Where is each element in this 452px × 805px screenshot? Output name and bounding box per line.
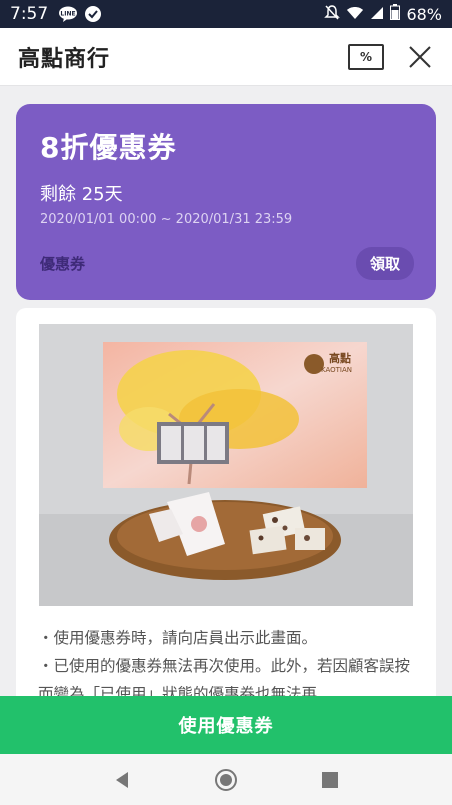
coupon-ticket-icon: % bbox=[359, 49, 373, 64]
coupon-valid-period: 2020/01/01 00:00 ~ 2020/01/31 23:59 bbox=[40, 212, 293, 227]
recents-button[interactable] bbox=[310, 760, 350, 800]
status-bar: 7:57 LINE 68% bbox=[0, 0, 452, 28]
status-right: 68% bbox=[324, 4, 442, 24]
battery-icon bbox=[390, 4, 401, 24]
product-image: 高點 KAOTIAN bbox=[39, 324, 413, 606]
battery-percentage: 68% bbox=[406, 4, 442, 24]
status-time: 7:57 bbox=[10, 4, 49, 24]
page-title: 高點商行 bbox=[18, 46, 111, 72]
use-coupon-button[interactable]: 使用優惠券 bbox=[0, 696, 452, 754]
brand-logo-text: 高點 bbox=[329, 352, 351, 365]
coupon-notice: ・使用優惠券時，請向店員出示此畫面。 ・已使用的優惠券無法再次使用。此外，若因顧… bbox=[38, 624, 418, 696]
android-nav-bar bbox=[0, 754, 452, 805]
home-circle-icon bbox=[215, 768, 237, 791]
notice-line: ・使用優惠券時，請向店員出示此畫面。 bbox=[38, 629, 318, 647]
line-app-icon: LINE bbox=[58, 6, 78, 22]
coupon-type-label: 優惠券 bbox=[40, 255, 86, 273]
coupon-card: 8折優惠券 剩餘 25天 2020/01/01 00:00 ~ 2020/01/… bbox=[16, 104, 436, 300]
coupon-list-button[interactable]: % bbox=[348, 43, 384, 70]
coupon-remaining: 剩餘 25天 bbox=[40, 180, 412, 206]
signal-icon bbox=[370, 5, 384, 24]
wifi-icon bbox=[346, 5, 364, 24]
mute-icon bbox=[324, 4, 341, 24]
back-triangle-icon bbox=[116, 771, 128, 788]
claim-button[interactable]: 領取 bbox=[355, 247, 414, 280]
recents-square-icon bbox=[322, 771, 338, 788]
close-icon bbox=[409, 45, 431, 68]
coupon-title: 8折優惠券 bbox=[40, 131, 177, 164]
coupon-detail-card: 高點 KAOTIAN ・使用優惠券時，請向店員出示此畫面。 ・已使用的優惠券無法… bbox=[16, 308, 436, 696]
back-button[interactable] bbox=[102, 760, 142, 800]
coupon-remaining-label: 剩餘 bbox=[40, 184, 76, 205]
home-button[interactable] bbox=[206, 760, 246, 800]
content-area[interactable]: 8折優惠券 剩餘 25天 2020/01/01 00:00 ~ 2020/01/… bbox=[0, 86, 452, 696]
app-header: 高點商行 % bbox=[0, 28, 452, 86]
svg-text:LINE: LINE bbox=[61, 11, 76, 18]
notice-line: ・已使用的優惠券無法再次使用。此外，若因顧客誤按而變為「已使用」狀態的優惠券也無… bbox=[38, 657, 411, 696]
brand-logo-subtext: KAOTIAN bbox=[321, 366, 353, 374]
close-button[interactable] bbox=[406, 43, 434, 71]
coupon-remaining-value: 25天 bbox=[81, 184, 123, 205]
notification-app-icon bbox=[84, 5, 102, 23]
